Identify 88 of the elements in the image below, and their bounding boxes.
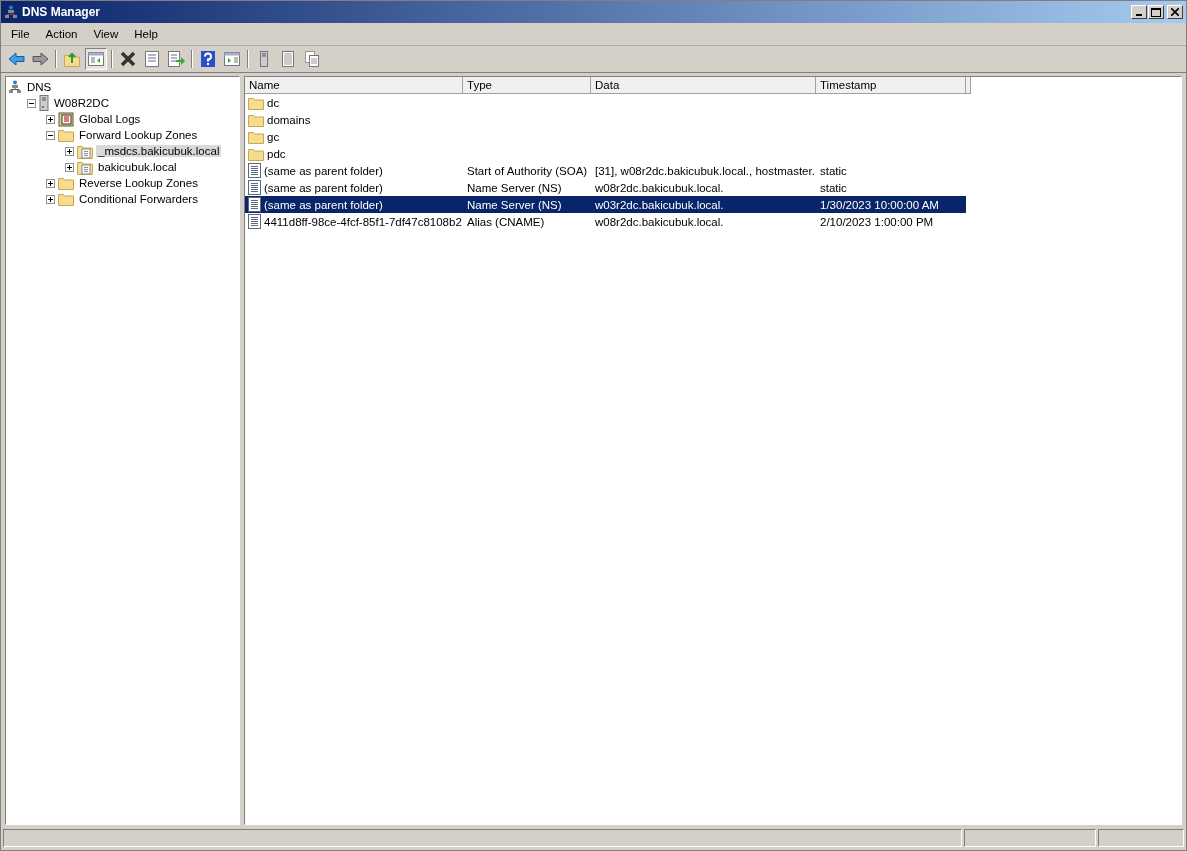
table-cell: gc — [267, 130, 280, 143]
maximize-button[interactable] — [1148, 5, 1164, 19]
toolbar-button[interactable] — [165, 48, 187, 70]
copy-icon — [305, 51, 319, 67]
log-book-icon — [58, 111, 74, 127]
close-button[interactable] — [1167, 5, 1183, 19]
table-row[interactable]: 4411d8ff-98ce-4fcf-85f1-7df47c8108b2 Alias (CNAME) w08r2dc.bakicubuk.local. 2/10/2023 1:00:00 PM — [245, 213, 966, 230]
export-list-icon — [167, 51, 185, 67]
expand-icon[interactable] — [65, 146, 74, 156]
server-icon — [260, 51, 268, 67]
menu-item[interactable]: Help — [126, 26, 166, 42]
table-cell-text: Name Server (NS) — [466, 198, 563, 211]
table-row[interactable]: pdc — [245, 145, 966, 162]
table-cell-text: w03r2dc.bakicubuk.local. — [594, 198, 725, 211]
table-cell-text: Name Server (NS) — [466, 181, 563, 194]
tree-item[interactable]: Reverse Lookup Zones — [77, 177, 200, 189]
folder-up-icon — [64, 51, 80, 67]
collapse-icon[interactable] — [27, 98, 36, 108]
folder-icon — [248, 146, 264, 161]
tree-item[interactable]: Conditional Forwarders — [77, 193, 200, 205]
forward-arrow-icon — [31, 52, 49, 66]
record-icon — [248, 214, 261, 229]
record-icon — [248, 163, 261, 178]
table-cell-text: static — [819, 164, 848, 177]
table-cell: pdc — [267, 147, 286, 160]
zone-file-icon — [77, 143, 93, 159]
tree-item[interactable]: bakicubuk.local — [96, 161, 179, 173]
delete-icon — [120, 51, 136, 67]
minimize-button[interactable] — [1131, 5, 1147, 19]
folder-icon — [248, 112, 264, 127]
action-pane-icon — [224, 52, 240, 66]
table-cell: (same as parent folder) — [264, 164, 383, 177]
window-title: DNS Manager — [22, 5, 102, 19]
back-arrow-icon — [7, 52, 25, 66]
tree-item[interactable]: W08R2DC — [52, 97, 111, 109]
menu-item[interactable]: File — [3, 26, 38, 42]
record-list-icon — [282, 51, 294, 67]
table-cell-text: [31], w08r2dc.bakicubuk.local., hostmaster. — [594, 164, 816, 177]
table-cell: (same as parent folder) — [264, 181, 383, 194]
table-cell-text: Alias (CNAME) — [466, 215, 546, 228]
show-tree-icon — [88, 52, 104, 66]
expand-icon[interactable] — [65, 162, 74, 172]
tree-item[interactable]: Global Logs — [77, 113, 143, 125]
table-row[interactable]: (same as parent folder) Start of Authority (SOA) [31], w08r2dc.bakicubuk.local., hostmaster. static — [245, 162, 966, 179]
table-cell-text: static — [819, 181, 848, 194]
folder-icon — [248, 129, 264, 144]
record-icon — [248, 180, 261, 195]
table-cell: dc — [267, 96, 280, 109]
table-row[interactable]: domains — [245, 111, 966, 128]
menu-item[interactable]: Action — [37, 26, 86, 42]
server-icon — [39, 95, 49, 111]
close-icon — [1171, 8, 1179, 16]
table-cell-text: 2/10/2023 1:00:00 PM — [819, 215, 935, 228]
properties-icon — [145, 51, 159, 67]
column-header[interactable]: Timestamp — [816, 77, 966, 94]
table-cell-text: w08r2dc.bakicubuk.local. — [594, 215, 725, 228]
zone-file-icon — [77, 159, 93, 175]
table-cell-text: 1/30/2023 10:00:00 AM — [819, 198, 940, 211]
network-server-icon — [8, 80, 22, 94]
folder-icon — [58, 128, 74, 142]
menu-item[interactable]: View — [85, 26, 127, 42]
tree-item[interactable]: DNS — [25, 81, 54, 93]
table-cell: 4411d8ff-98ce-4fcf-85f1-7df47c8108b2 — [264, 215, 462, 228]
expand-icon[interactable] — [46, 114, 55, 124]
column-header[interactable]: Data — [591, 77, 816, 94]
table-row[interactable]: (same as parent folder) Name Server (NS) w03r2dc.bakicubuk.local. 1/30/2023 10:00:00 AM — [245, 196, 966, 213]
column-header[interactable]: Type — [463, 77, 591, 94]
table-cell-text: w08r2dc.bakicubuk.local. — [594, 181, 725, 194]
empty-column-header — [966, 77, 971, 94]
expand-icon[interactable] — [46, 178, 55, 188]
column-header[interactable]: Name — [245, 77, 463, 94]
folder-icon — [58, 176, 74, 190]
table-row[interactable]: gc — [245, 128, 966, 145]
help-icon — [201, 51, 215, 67]
maximize-icon — [1151, 7, 1161, 17]
collapse-icon[interactable] — [46, 130, 55, 140]
table-cell: (same as parent folder) — [264, 198, 383, 211]
network-server-icon — [4, 5, 18, 19]
toolbar-button[interactable] — [85, 48, 107, 70]
record-icon — [248, 197, 261, 212]
tree-item[interactable]: Forward Lookup Zones — [77, 129, 200, 141]
table-row[interactable]: (same as parent folder) Name Server (NS) w08r2dc.bakicubuk.local. static — [245, 179, 966, 196]
folder-icon — [58, 192, 74, 206]
tree-item[interactable]: _msdcs.bakicubuk.local — [96, 145, 222, 157]
table-cell: domains — [267, 113, 311, 126]
expand-icon[interactable] — [46, 194, 55, 204]
table-row[interactable]: dc — [245, 94, 966, 111]
table-cell-text: Start of Authority (SOA) — [466, 164, 589, 177]
